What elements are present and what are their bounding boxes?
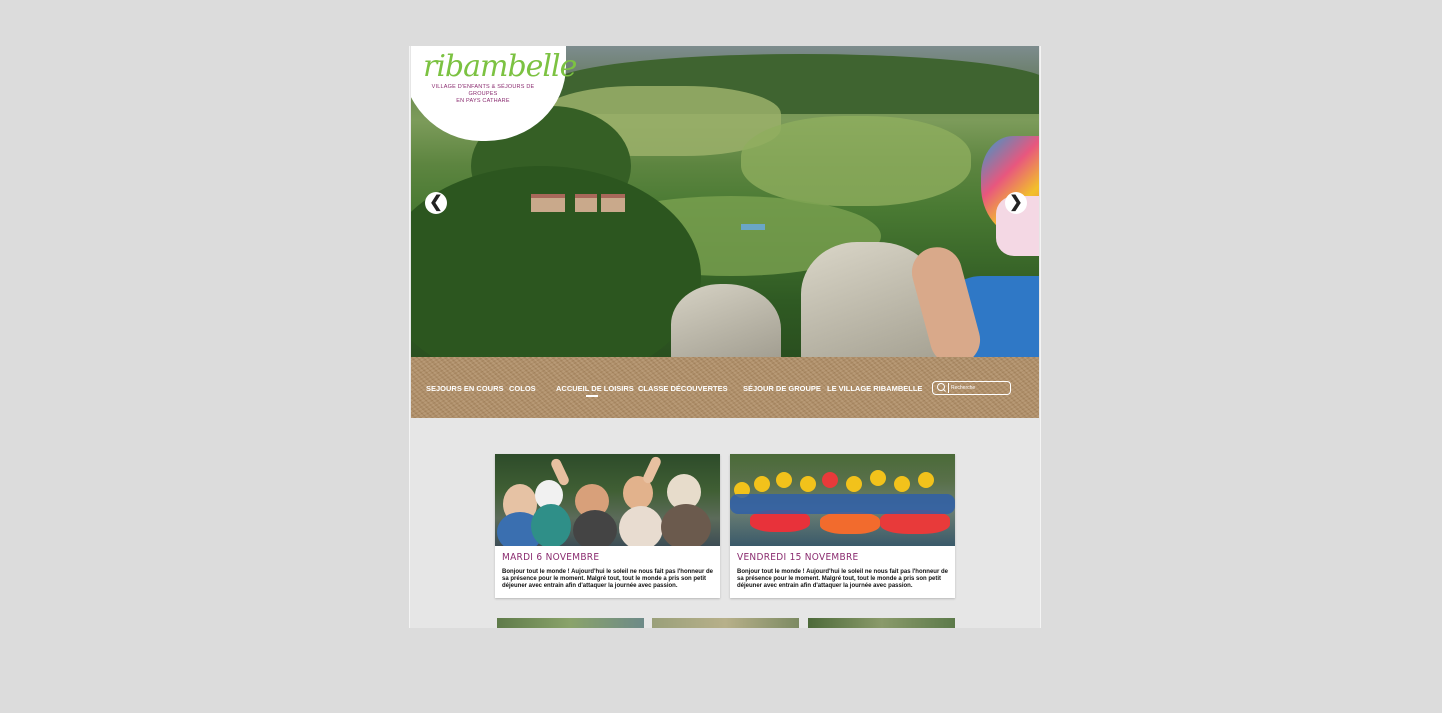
post-card[interactable] <box>497 618 644 628</box>
nav-item-accueil-de-loisirs[interactable]: ACCUEIL DE LOISIRS <box>556 384 634 393</box>
search-input[interactable] <box>951 382 1009 394</box>
nav-item-le-village-ribambelle[interactable]: LE VILLAGE RIBAMBELLE <box>827 384 922 393</box>
hero-slider: ribambelle Village d'enfants & séjours d… <box>411 46 1039 357</box>
nav-active-indicator <box>586 395 598 397</box>
village-houses <box>531 194 651 214</box>
slider-next-button[interactable]: ❯ <box>1005 192 1027 214</box>
chevron-left-icon: ❮ <box>429 194 443 211</box>
post-date[interactable]: Mardi 6 Novembre <box>502 552 599 563</box>
post-excerpt: Bonjour tout le monde ! Aujourd'hui le s… <box>502 569 713 589</box>
post-card[interactable]: Mardi 6 Novembre Bonjour tout le monde !… <box>495 454 720 598</box>
main-navigation: SEJOURS EN COURS COLOS ACCUEIL DE LOISIR… <box>411 357 1039 418</box>
slider-prev-button[interactable]: ❮ <box>425 192 447 214</box>
nav-item-sejours-en-cours[interactable]: SEJOURS EN COURS <box>426 384 504 393</box>
nav-item-sejour-de-groupe[interactable]: SÉJOUR DE GROUPE <box>743 384 821 393</box>
chevron-right-icon: ❯ <box>1009 194 1023 211</box>
logo-wordmark: ribambelle <box>423 49 577 84</box>
post-excerpt: Bonjour tout le monde ! Aujourd'hui le s… <box>737 569 948 589</box>
website-frame: ribambelle Village d'enfants & séjours d… <box>409 46 1041 628</box>
rock <box>671 284 781 357</box>
search-box[interactable] <box>932 381 1011 395</box>
logo-tagline-2: en pays cathare <box>456 98 510 104</box>
search-icon <box>937 383 945 391</box>
nav-item-colos[interactable]: COLOS <box>509 384 536 393</box>
post-card[interactable] <box>808 618 955 628</box>
post-card[interactable] <box>652 618 799 628</box>
post-date[interactable]: Vendredi 15 Novembre <box>737 552 859 563</box>
post-photo[interactable] <box>730 454 955 546</box>
post-card[interactable]: Vendredi 15 Novembre Bonjour tout le mon… <box>730 454 955 598</box>
nav-item-classe-decouvertes[interactable]: CLASSE DÉCOUVERTES <box>638 384 728 393</box>
logo-tagline: Village d'enfants & séjours de groupes <box>431 84 535 97</box>
post-photo[interactable] <box>495 454 720 546</box>
logo[interactable]: ribambelle Village d'enfants & séjours d… <box>423 49 577 105</box>
child-with-binoculars <box>881 136 1039 357</box>
